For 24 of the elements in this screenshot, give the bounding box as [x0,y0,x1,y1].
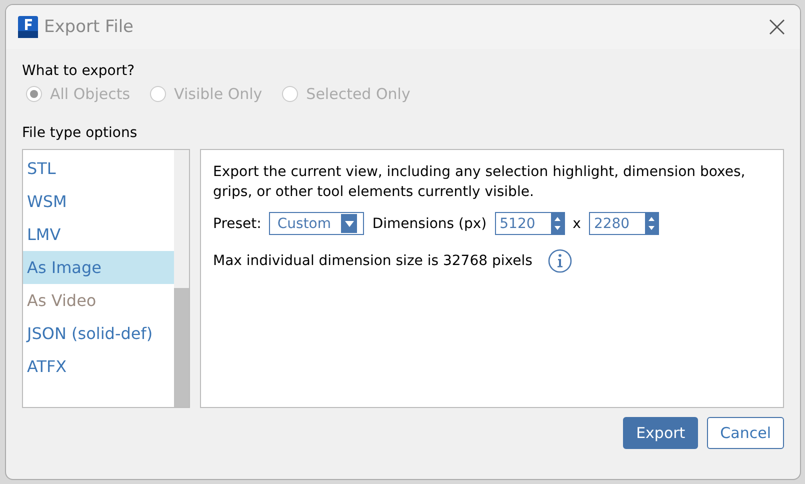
preset-dropdown[interactable]: Custom [269,212,364,235]
list-item[interactable]: ATFX [23,350,174,383]
list-item[interactable]: STL [23,152,174,185]
section-label: What to export? [22,63,136,79]
dimensions-label: Dimensions (px) [372,216,487,232]
number-spinner[interactable]: 2280 [588,212,659,235]
scrollbar-thumb[interactable] [174,288,189,407]
times-sign: x [572,216,581,232]
list-item[interactable]: As Image [23,251,174,284]
dropdown-caret-icon [344,220,354,226]
app-logo-icon [18,16,38,38]
section-label: File type options [22,125,138,141]
list-item[interactable]: JSON (solid-def) [23,317,174,350]
scrollbar[interactable] [174,150,189,407]
preset-label: Preset: [213,216,262,232]
info-icon[interactable] [548,249,572,273]
export-button[interactable]: Export [623,417,698,449]
number-spinner[interactable]: 5120 [494,212,565,235]
list-item[interactable]: WSM [23,185,174,218]
list-item[interactable]: LMV [23,218,174,251]
cancel-button[interactable]: Cancel [707,417,784,449]
window-title: Export File [44,17,134,37]
max-size-note: Max individual dimension size is 32768 pixels [213,253,532,269]
description-text: Export the current view, including any selection highlight, dimension boxes, grips, or other tool elements currently visible. [213,163,746,202]
